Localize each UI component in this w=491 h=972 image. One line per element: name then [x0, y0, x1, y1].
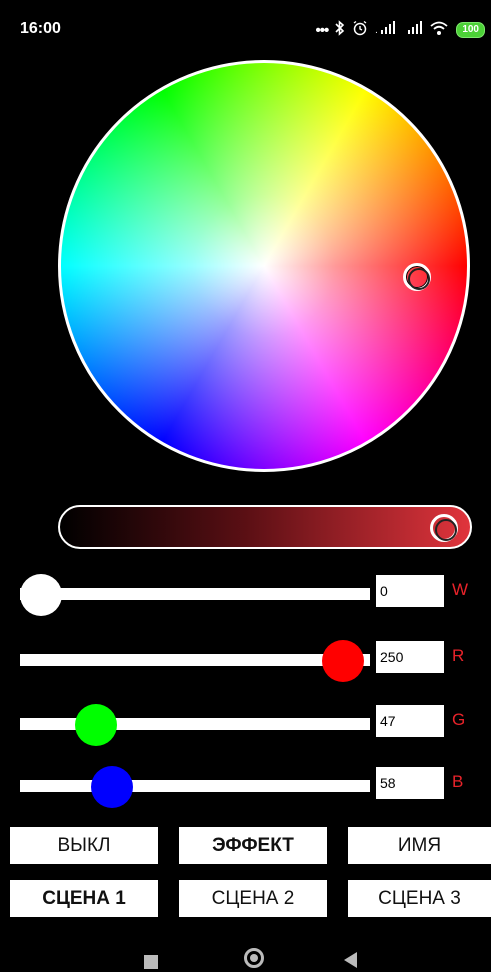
brightness-handle[interactable]: [430, 514, 458, 542]
scene-2-button[interactable]: СЦЕНА 2: [179, 880, 327, 917]
brightness-bar[interactable]: [58, 505, 472, 549]
value-field[interactable]: 47: [376, 705, 444, 737]
slider-thumb[interactable]: [321, 640, 364, 682]
bluetooth-icon: [335, 19, 345, 41]
status-icons: ••• . 100: [315, 19, 485, 41]
slider-thumb[interactable]: [75, 704, 118, 746]
back-icon[interactable]: [344, 952, 357, 968]
slider-thumb[interactable]: [90, 766, 133, 808]
slider-g: 47 G: [0, 700, 491, 746]
wifi-icon: [429, 20, 449, 41]
slider-thumb[interactable]: [20, 574, 62, 616]
value-field[interactable]: 58: [376, 767, 444, 799]
slider-track[interactable]: [20, 718, 370, 730]
scene-1-button[interactable]: СЦЕНА 1: [10, 880, 158, 917]
slider-track[interactable]: [20, 654, 370, 666]
name-button[interactable]: ИМЯ: [348, 827, 491, 864]
color-wheel-handle[interactable]: [403, 263, 431, 291]
slider-track[interactable]: [20, 780, 370, 792]
channel-label: W: [452, 580, 469, 599]
signal-icon: .: [375, 20, 396, 40]
navigation-bar: [0, 940, 491, 972]
slider-track[interactable]: [20, 588, 370, 600]
off-button[interactable]: ВЫКЛ: [10, 827, 158, 864]
status-bar: 16:00 ••• . 100: [0, 0, 491, 62]
slider-b: 58 B: [0, 762, 491, 808]
scene-3-button[interactable]: СЦЕНА 3: [348, 880, 491, 917]
slider-r: 250 R: [0, 636, 491, 682]
home-icon[interactable]: [244, 948, 264, 968]
recents-icon[interactable]: [144, 955, 158, 969]
status-time: 16:00: [20, 20, 61, 37]
channel-label: G: [452, 710, 466, 729]
effect-button[interactable]: ЭФФЕКТ: [179, 827, 327, 864]
signal-icon: [402, 20, 423, 40]
channel-label: R: [452, 646, 465, 665]
slider-w: 0 W: [0, 570, 491, 616]
value-field[interactable]: 250: [376, 641, 444, 673]
alarm-icon: [352, 20, 368, 41]
svg-text:.: .: [375, 26, 378, 35]
battery-indicator: 100: [456, 22, 485, 38]
more-dots-icon: •••: [315, 21, 330, 39]
channel-label: B: [452, 772, 464, 791]
value-field[interactable]: 0: [376, 575, 444, 607]
